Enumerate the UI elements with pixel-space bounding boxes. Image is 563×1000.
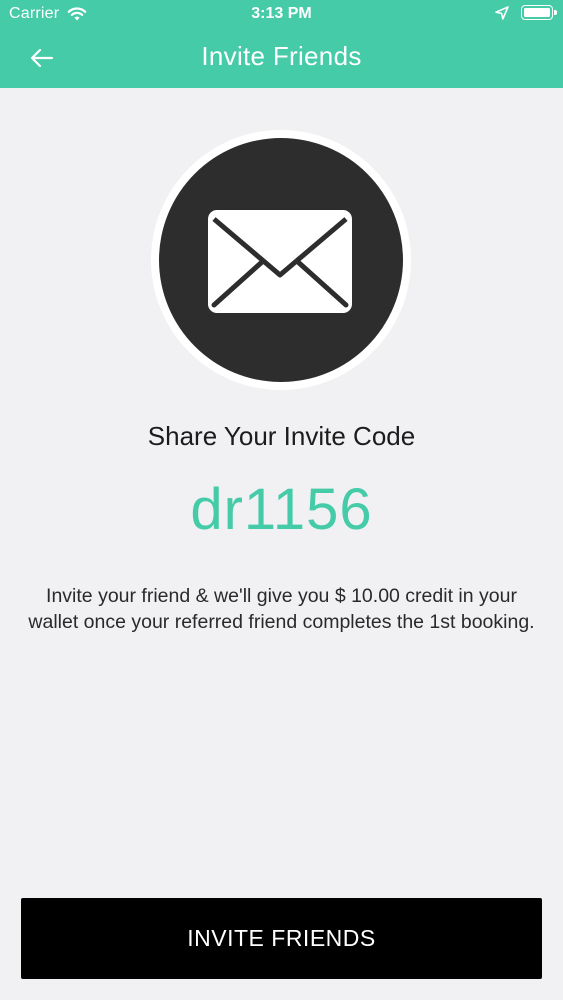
status-bar: Carrier 3:13 PM	[0, 0, 563, 30]
page-title: Invite Friends	[201, 41, 362, 71]
location-arrow-icon	[495, 5, 509, 20]
status-time: 3:13 PM	[251, 5, 312, 22]
battery-icon	[521, 5, 557, 20]
invite-friends-button[interactable]: INVITE FRIENDS	[21, 898, 542, 979]
status-right	[495, 5, 557, 20]
app-header: Carrier 3:13 PM Invite Friends	[0, 0, 563, 88]
mail-badge	[151, 130, 411, 390]
invite-code: dr1156	[190, 477, 373, 542]
share-code-heading: Share Your Invite Code	[147, 421, 416, 451]
mail-circle	[159, 138, 403, 382]
envelope-icon	[208, 210, 352, 313]
referral-description: Invite your friend & we'll give you $ 10…	[28, 585, 535, 633]
invite-friends-screen: Carrier 3:13 PM Invite Friends Share You…	[0, 0, 563, 1000]
nav-bar: Invite Friends	[0, 30, 563, 88]
